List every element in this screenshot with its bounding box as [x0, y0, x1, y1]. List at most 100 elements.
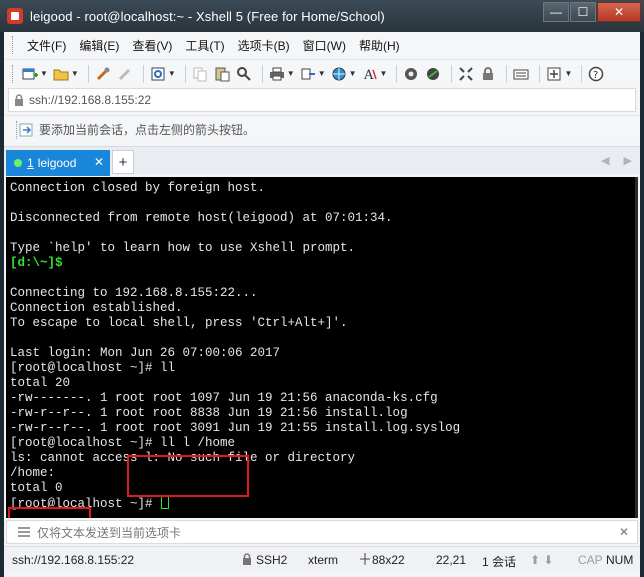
- keyboard-icon: [512, 65, 530, 83]
- xshell-app-icon[interactable]: [7, 8, 23, 24]
- chevron-down-icon[interactable]: ▼: [287, 69, 295, 78]
- tab-number: 1: [27, 156, 34, 170]
- disconnect-button[interactable]: [116, 63, 134, 85]
- new-session-icon: [21, 65, 39, 83]
- svg-text:A: A: [363, 68, 374, 82]
- xmanager-icon: [424, 65, 442, 83]
- window-controls: — ☐ ✕: [542, 2, 641, 22]
- toolbar-grip[interactable]: [12, 64, 15, 83]
- find-button[interactable]: [235, 63, 253, 85]
- compose-input[interactable]: 仅将文本发送到当前选项卡: [37, 524, 181, 541]
- terminal-line: Disconnected from remote host(leigood) a…: [10, 211, 393, 225]
- chevron-down-icon[interactable]: ▼: [168, 69, 176, 78]
- toolbar-separator: [184, 64, 186, 83]
- terminal-line: -rw-r--r--. 1 root root 3091 Jun 19 21:5…: [10, 421, 461, 435]
- gear-icon: [149, 65, 167, 83]
- terminal-line: Type `help' to learn how to use Xshell p…: [10, 241, 356, 255]
- lock-icon: [15, 94, 23, 106]
- tab-close-icon[interactable]: ✕: [94, 155, 104, 169]
- terminal-scrollbar[interactable]: [635, 177, 638, 518]
- toolbar: ▼ ▼ ▼ ▼ ▼ ▼ A ▼ ▼ ?: [4, 59, 640, 87]
- globe-button[interactable]: ▼: [330, 63, 357, 85]
- close-button[interactable]: ✕: [597, 2, 641, 22]
- new-tab-button[interactable]: +: [112, 150, 134, 174]
- toolbar-separator: [506, 64, 508, 83]
- tab-leigood[interactable]: 1 leigood ✕: [6, 150, 110, 176]
- status-lock-icon: [242, 553, 252, 568]
- terminal-line: total 20: [10, 376, 71, 390]
- address-bar[interactable]: ssh://192.168.8.155:22: [8, 88, 636, 112]
- fullscreen-icon: [457, 65, 475, 83]
- chevron-down-icon[interactable]: ▼: [40, 69, 48, 78]
- compose-bar[interactable]: 仅将文本发送到当前选项卡 ✕: [6, 520, 638, 544]
- tab-label: leigood: [37, 156, 77, 170]
- terminal-area[interactable]: Connection closed by foreign host. Discon…: [6, 177, 638, 518]
- xmanager-button[interactable]: [424, 63, 442, 85]
- chevron-down-icon[interactable]: ▼: [564, 69, 572, 78]
- address-input[interactable]: ssh://192.168.8.155:22: [29, 93, 151, 107]
- globe-icon: [330, 65, 348, 83]
- lock-button[interactable]: [479, 63, 497, 85]
- tab-prev-icon[interactable]: ◀: [601, 154, 609, 167]
- chevron-down-icon[interactable]: ▼: [349, 69, 357, 78]
- menu-edit[interactable]: 编辑(E): [73, 37, 125, 54]
- arrow-icon[interactable]: [19, 123, 33, 137]
- links-bar: 要添加当前会话，点击左侧的箭头按钮。: [4, 115, 640, 143]
- terminal-line: Connection established.: [10, 301, 183, 315]
- title-bar[interactable]: leigood - root@localhost:~ - Xshell 5 (F…: [0, 0, 644, 32]
- chevron-down-icon[interactable]: ▼: [318, 69, 326, 78]
- toolbar-separator: [396, 64, 398, 83]
- status-num: NUM: [606, 553, 634, 567]
- minimize-button[interactable]: —: [543, 2, 569, 22]
- reconnect-icon: [94, 65, 112, 83]
- status-size: 88x22: [372, 553, 405, 567]
- terminal-line: Last login: Mon Jun 26 07:00:06 2017: [10, 346, 281, 360]
- menu-bar: 文件(F) 编辑(E) 查看(V) 工具(T) 选项卡(B) 窗口(W) 帮助(…: [4, 32, 640, 58]
- menu-tabs[interactable]: 选项卡(B): [232, 37, 296, 54]
- menu-view[interactable]: 查看(V): [126, 37, 178, 54]
- copy-button[interactable]: [191, 63, 209, 85]
- menu-window[interactable]: 窗口(W): [297, 37, 352, 54]
- help-button[interactable]: ?: [587, 63, 605, 85]
- menu-tools[interactable]: 工具(T): [179, 37, 230, 54]
- chevron-down-icon[interactable]: ▼: [380, 69, 388, 78]
- tab-bar: 1 leigood ✕ + ◀ ▶: [4, 146, 640, 176]
- toolbar-separator: [142, 64, 144, 83]
- menu-file[interactable]: 文件(F): [21, 37, 72, 54]
- compose-close-icon[interactable]: ✕: [619, 525, 629, 539]
- xftp-button[interactable]: [402, 63, 420, 85]
- maximize-button[interactable]: ☐: [570, 2, 596, 22]
- properties-button[interactable]: ▼: [149, 63, 176, 85]
- transfer-button[interactable]: ▼: [299, 63, 326, 85]
- xftp-icon: [402, 65, 420, 83]
- print-button[interactable]: ▼: [268, 63, 295, 85]
- highlight-command-box: [127, 455, 249, 497]
- menu-lines-icon[interactable]: [17, 526, 31, 538]
- keyboard-button[interactable]: [512, 63, 530, 85]
- menu-help[interactable]: 帮助(H): [353, 37, 406, 54]
- fullscreen-button[interactable]: [457, 63, 475, 85]
- reconnect-button[interactable]: [94, 63, 112, 85]
- status-caps: CAP: [578, 553, 603, 567]
- chevron-down-icon[interactable]: ▼: [71, 69, 79, 78]
- add-button[interactable]: ▼: [545, 63, 572, 85]
- toolbar-separator: [261, 64, 263, 83]
- status-connection: ssh://192.168.8.155:22: [12, 553, 135, 567]
- menu-grip[interactable]: [12, 36, 15, 54]
- terminal-line: -rw-r--r--. 1 root root 8838 Jun 19 21:5…: [10, 406, 408, 420]
- links-hint: 要添加当前会话，点击左侧的箭头按钮。: [39, 123, 256, 137]
- terminal-line: [root@localhost ~]# ll l /home: [10, 436, 236, 450]
- font-button[interactable]: A ▼: [361, 63, 388, 85]
- paste-button[interactable]: [213, 63, 231, 85]
- terminal-line: [root@localhost ~]# ll: [10, 361, 176, 375]
- open-folder-button[interactable]: ▼: [52, 63, 79, 85]
- disconnect-icon: [116, 65, 134, 83]
- tab-next-icon[interactable]: ▶: [624, 154, 632, 167]
- status-bar: ssh://192.168.8.155:22 SSH2 xterm 88x22 …: [4, 546, 640, 572]
- status-arrows: ⬆ ⬇: [530, 553, 554, 567]
- new-session-button[interactable]: ▼: [21, 63, 48, 85]
- window-title: leigood - root@localhost:~ - Xshell 5 (F…: [30, 8, 385, 24]
